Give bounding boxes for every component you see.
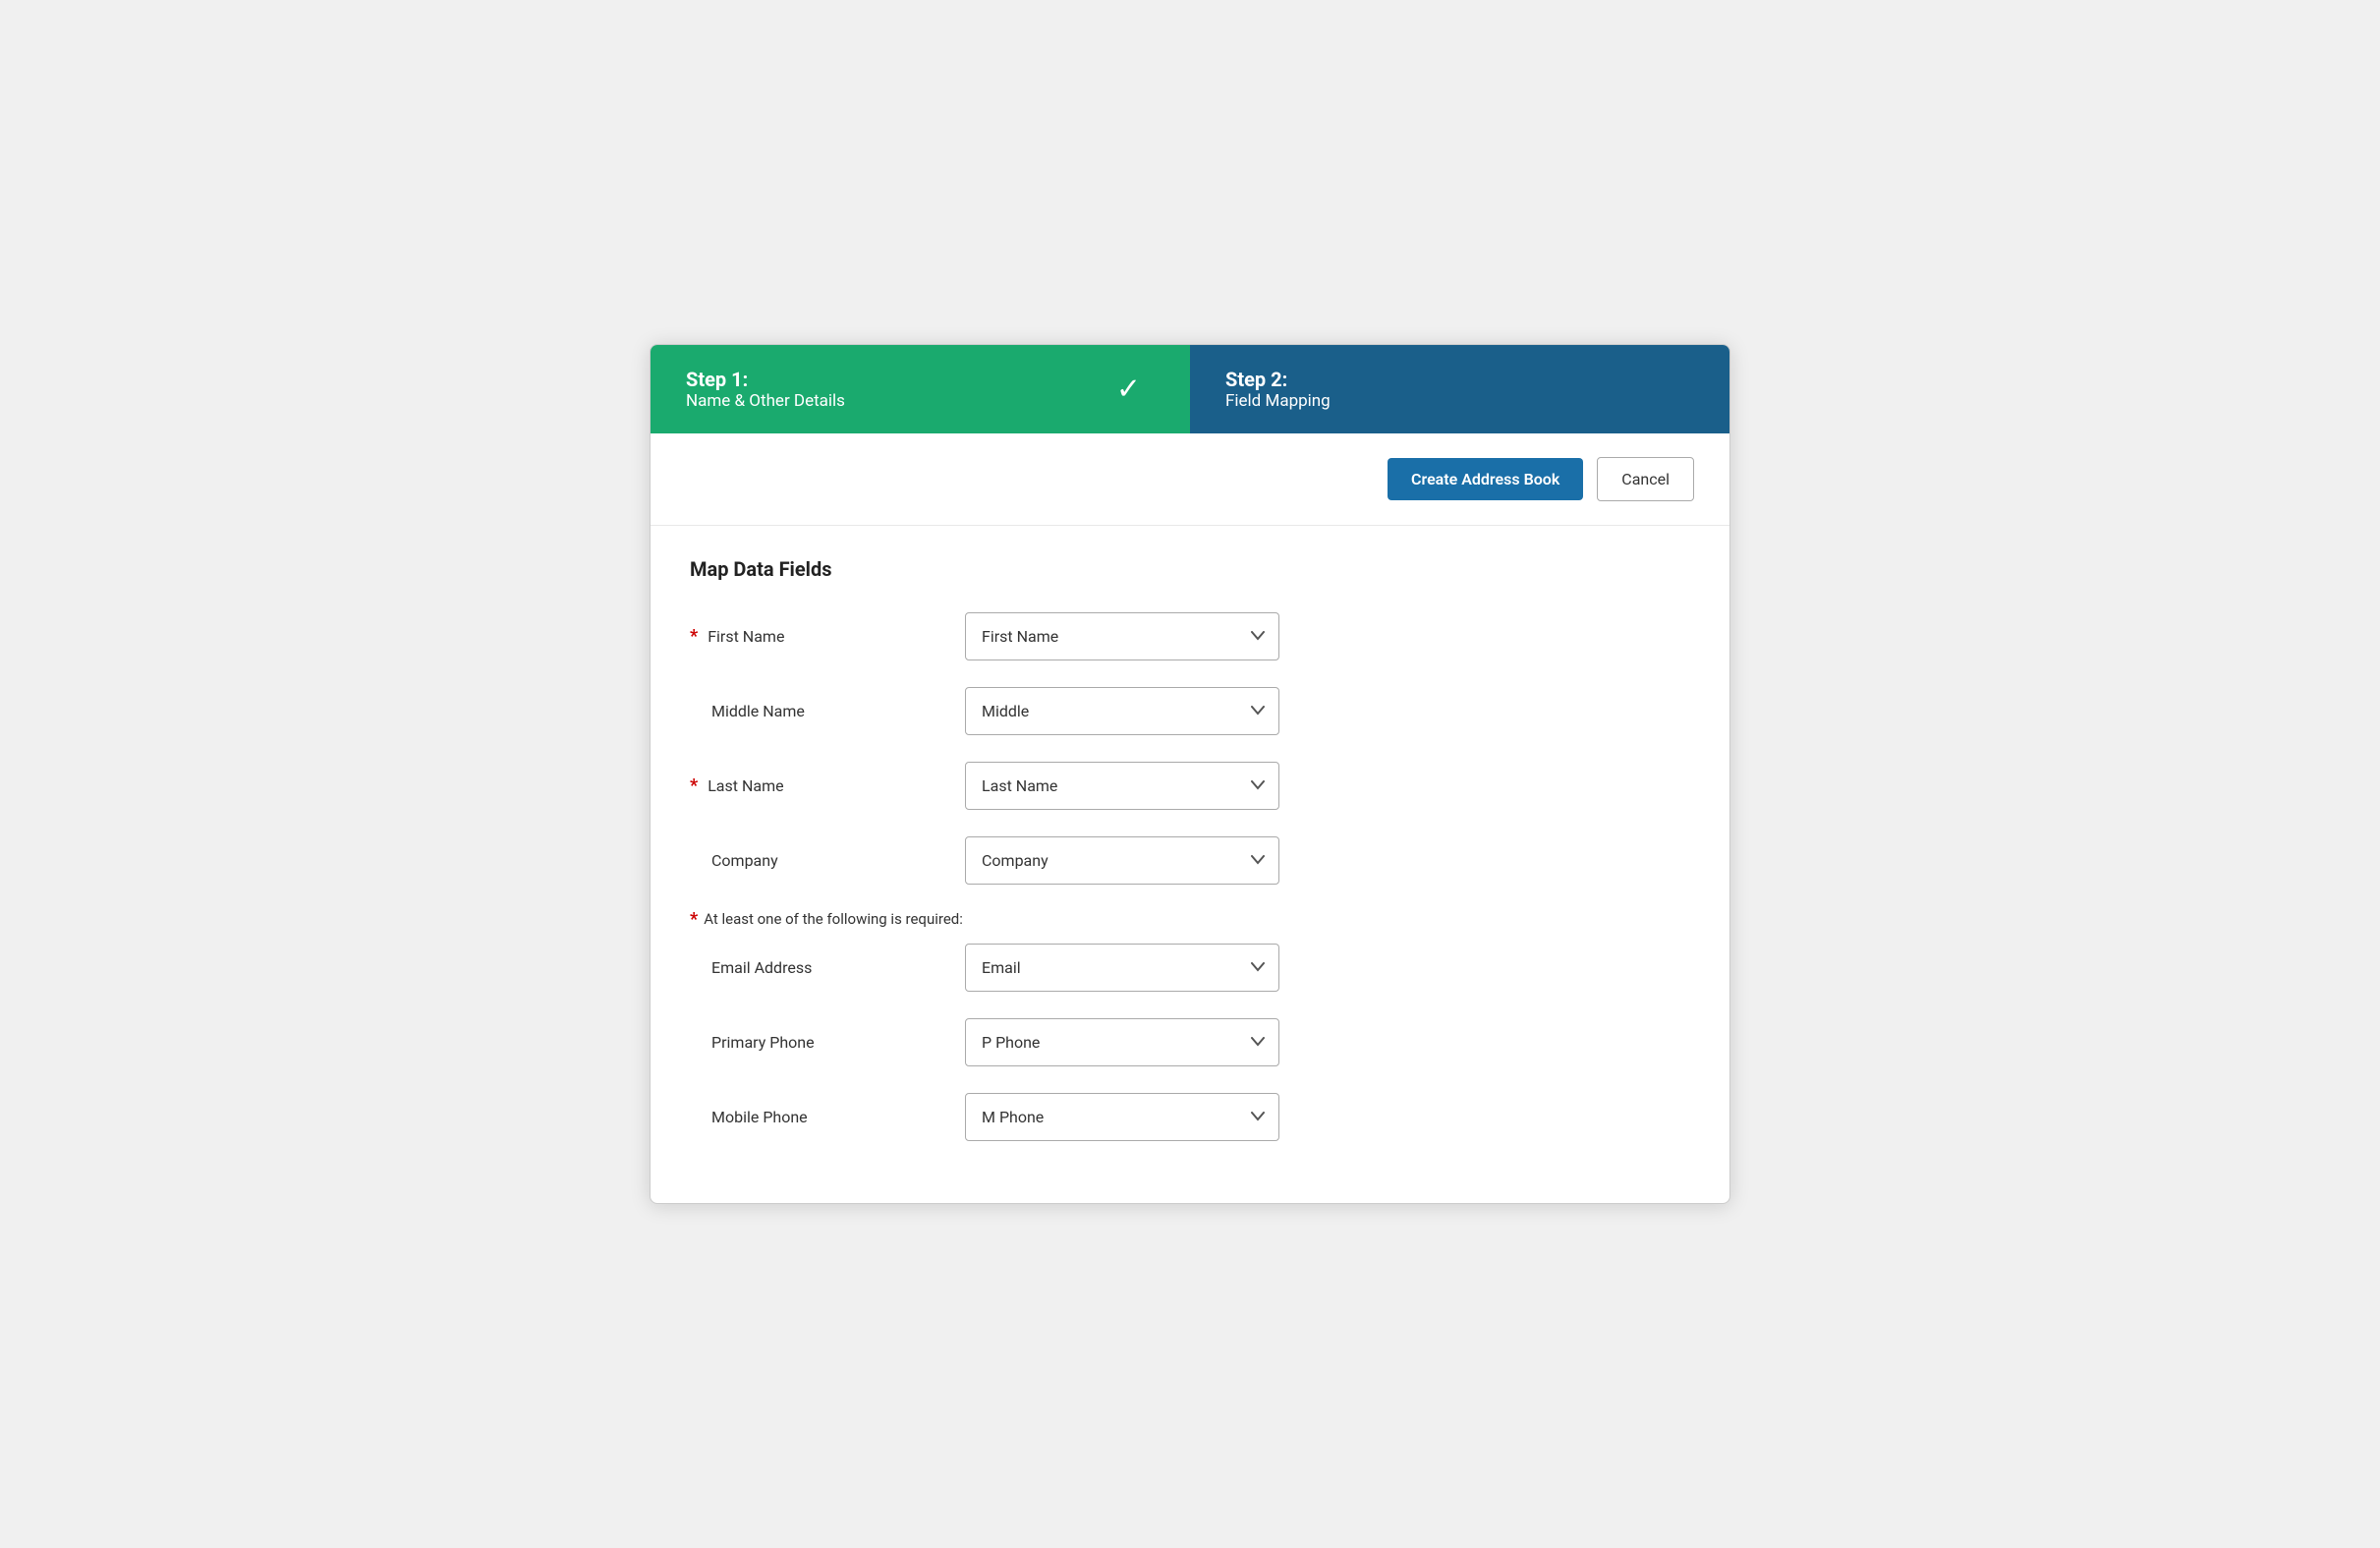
primary-phone-control: P Phone — [965, 1018, 1279, 1066]
first-name-row: * First Name First Name — [690, 608, 1690, 663]
first-name-label: First Name — [708, 627, 784, 646]
first-name-label-col: * First Name — [690, 626, 965, 647]
step-2-number: Step 2: — [1225, 368, 1331, 391]
group-note-row: * At least one of the following is requi… — [690, 907, 1690, 930]
company-select[interactable]: Company — [965, 836, 1279, 885]
step-2-label: Field Mapping — [1225, 391, 1331, 411]
mobile-phone-label-col: Mobile Phone — [690, 1108, 965, 1126]
step-1-label: Name & Other Details — [686, 391, 845, 411]
company-label-col: Company — [690, 851, 965, 870]
first-name-control: First Name — [965, 612, 1279, 660]
email-address-control: Email — [965, 944, 1279, 992]
group-note-text: At least one of the following is require… — [704, 907, 963, 930]
primary-phone-label-col: Primary Phone — [690, 1033, 965, 1052]
group-note-col: * At least one of the following is requi… — [690, 907, 965, 930]
step-1-text: Step 1: Name & Other Details — [686, 368, 845, 411]
first-name-required-star: * — [690, 626, 698, 647]
mobile-phone-select[interactable]: M Phone — [965, 1093, 1279, 1141]
last-name-label: Last Name — [708, 776, 783, 795]
step-2: Step 2: Field Mapping — [1190, 345, 1729, 433]
primary-phone-row: Primary Phone P Phone — [690, 1014, 1690, 1069]
step-1: Step 1: Name & Other Details ✓ — [651, 345, 1190, 433]
steps-header: Step 1: Name & Other Details ✓ Step 2: F… — [651, 345, 1729, 433]
company-label: Company — [690, 851, 778, 870]
last-name-select[interactable]: Last Name — [965, 762, 1279, 810]
last-name-required-star: * — [690, 775, 698, 796]
mobile-phone-row: Mobile Phone M Phone — [690, 1089, 1690, 1144]
middle-name-control: Middle — [965, 687, 1279, 735]
toolbar: Create Address Book Cancel — [651, 433, 1729, 526]
company-row: Company Company — [690, 832, 1690, 888]
primary-phone-select[interactable]: P Phone — [965, 1018, 1279, 1066]
middle-name-select[interactable]: Middle — [965, 687, 1279, 735]
step-1-number: Step 1: — [686, 368, 845, 391]
modal-container: Step 1: Name & Other Details ✓ Step 2: F… — [650, 344, 1730, 1204]
middle-name-label-col: Middle Name — [690, 702, 965, 720]
last-name-control: Last Name — [965, 762, 1279, 810]
group-required-star: * — [690, 909, 698, 930]
email-address-row: Email Address Email — [690, 940, 1690, 995]
email-address-label: Email Address — [690, 958, 812, 977]
last-name-row: * Last Name Last Name — [690, 758, 1690, 813]
step-1-checkmark: ✓ — [1116, 373, 1141, 407]
middle-name-row: Middle Name Middle — [690, 683, 1690, 738]
middle-name-label: Middle Name — [690, 702, 805, 720]
email-address-select[interactable]: Email — [965, 944, 1279, 992]
step-2-text: Step 2: Field Mapping — [1225, 368, 1331, 411]
company-control: Company — [965, 836, 1279, 885]
cancel-button[interactable]: Cancel — [1597, 457, 1694, 501]
create-address-book-button[interactable]: Create Address Book — [1388, 458, 1583, 500]
last-name-label-col: * Last Name — [690, 775, 965, 796]
first-name-select[interactable]: First Name — [965, 612, 1279, 660]
primary-phone-label: Primary Phone — [690, 1033, 815, 1052]
email-address-label-col: Email Address — [690, 958, 965, 977]
main-content: Map Data Fields * First Name First Name … — [651, 526, 1729, 1203]
mobile-phone-control: M Phone — [965, 1093, 1279, 1141]
section-title: Map Data Fields — [690, 557, 1690, 581]
mobile-phone-label: Mobile Phone — [690, 1108, 808, 1126]
